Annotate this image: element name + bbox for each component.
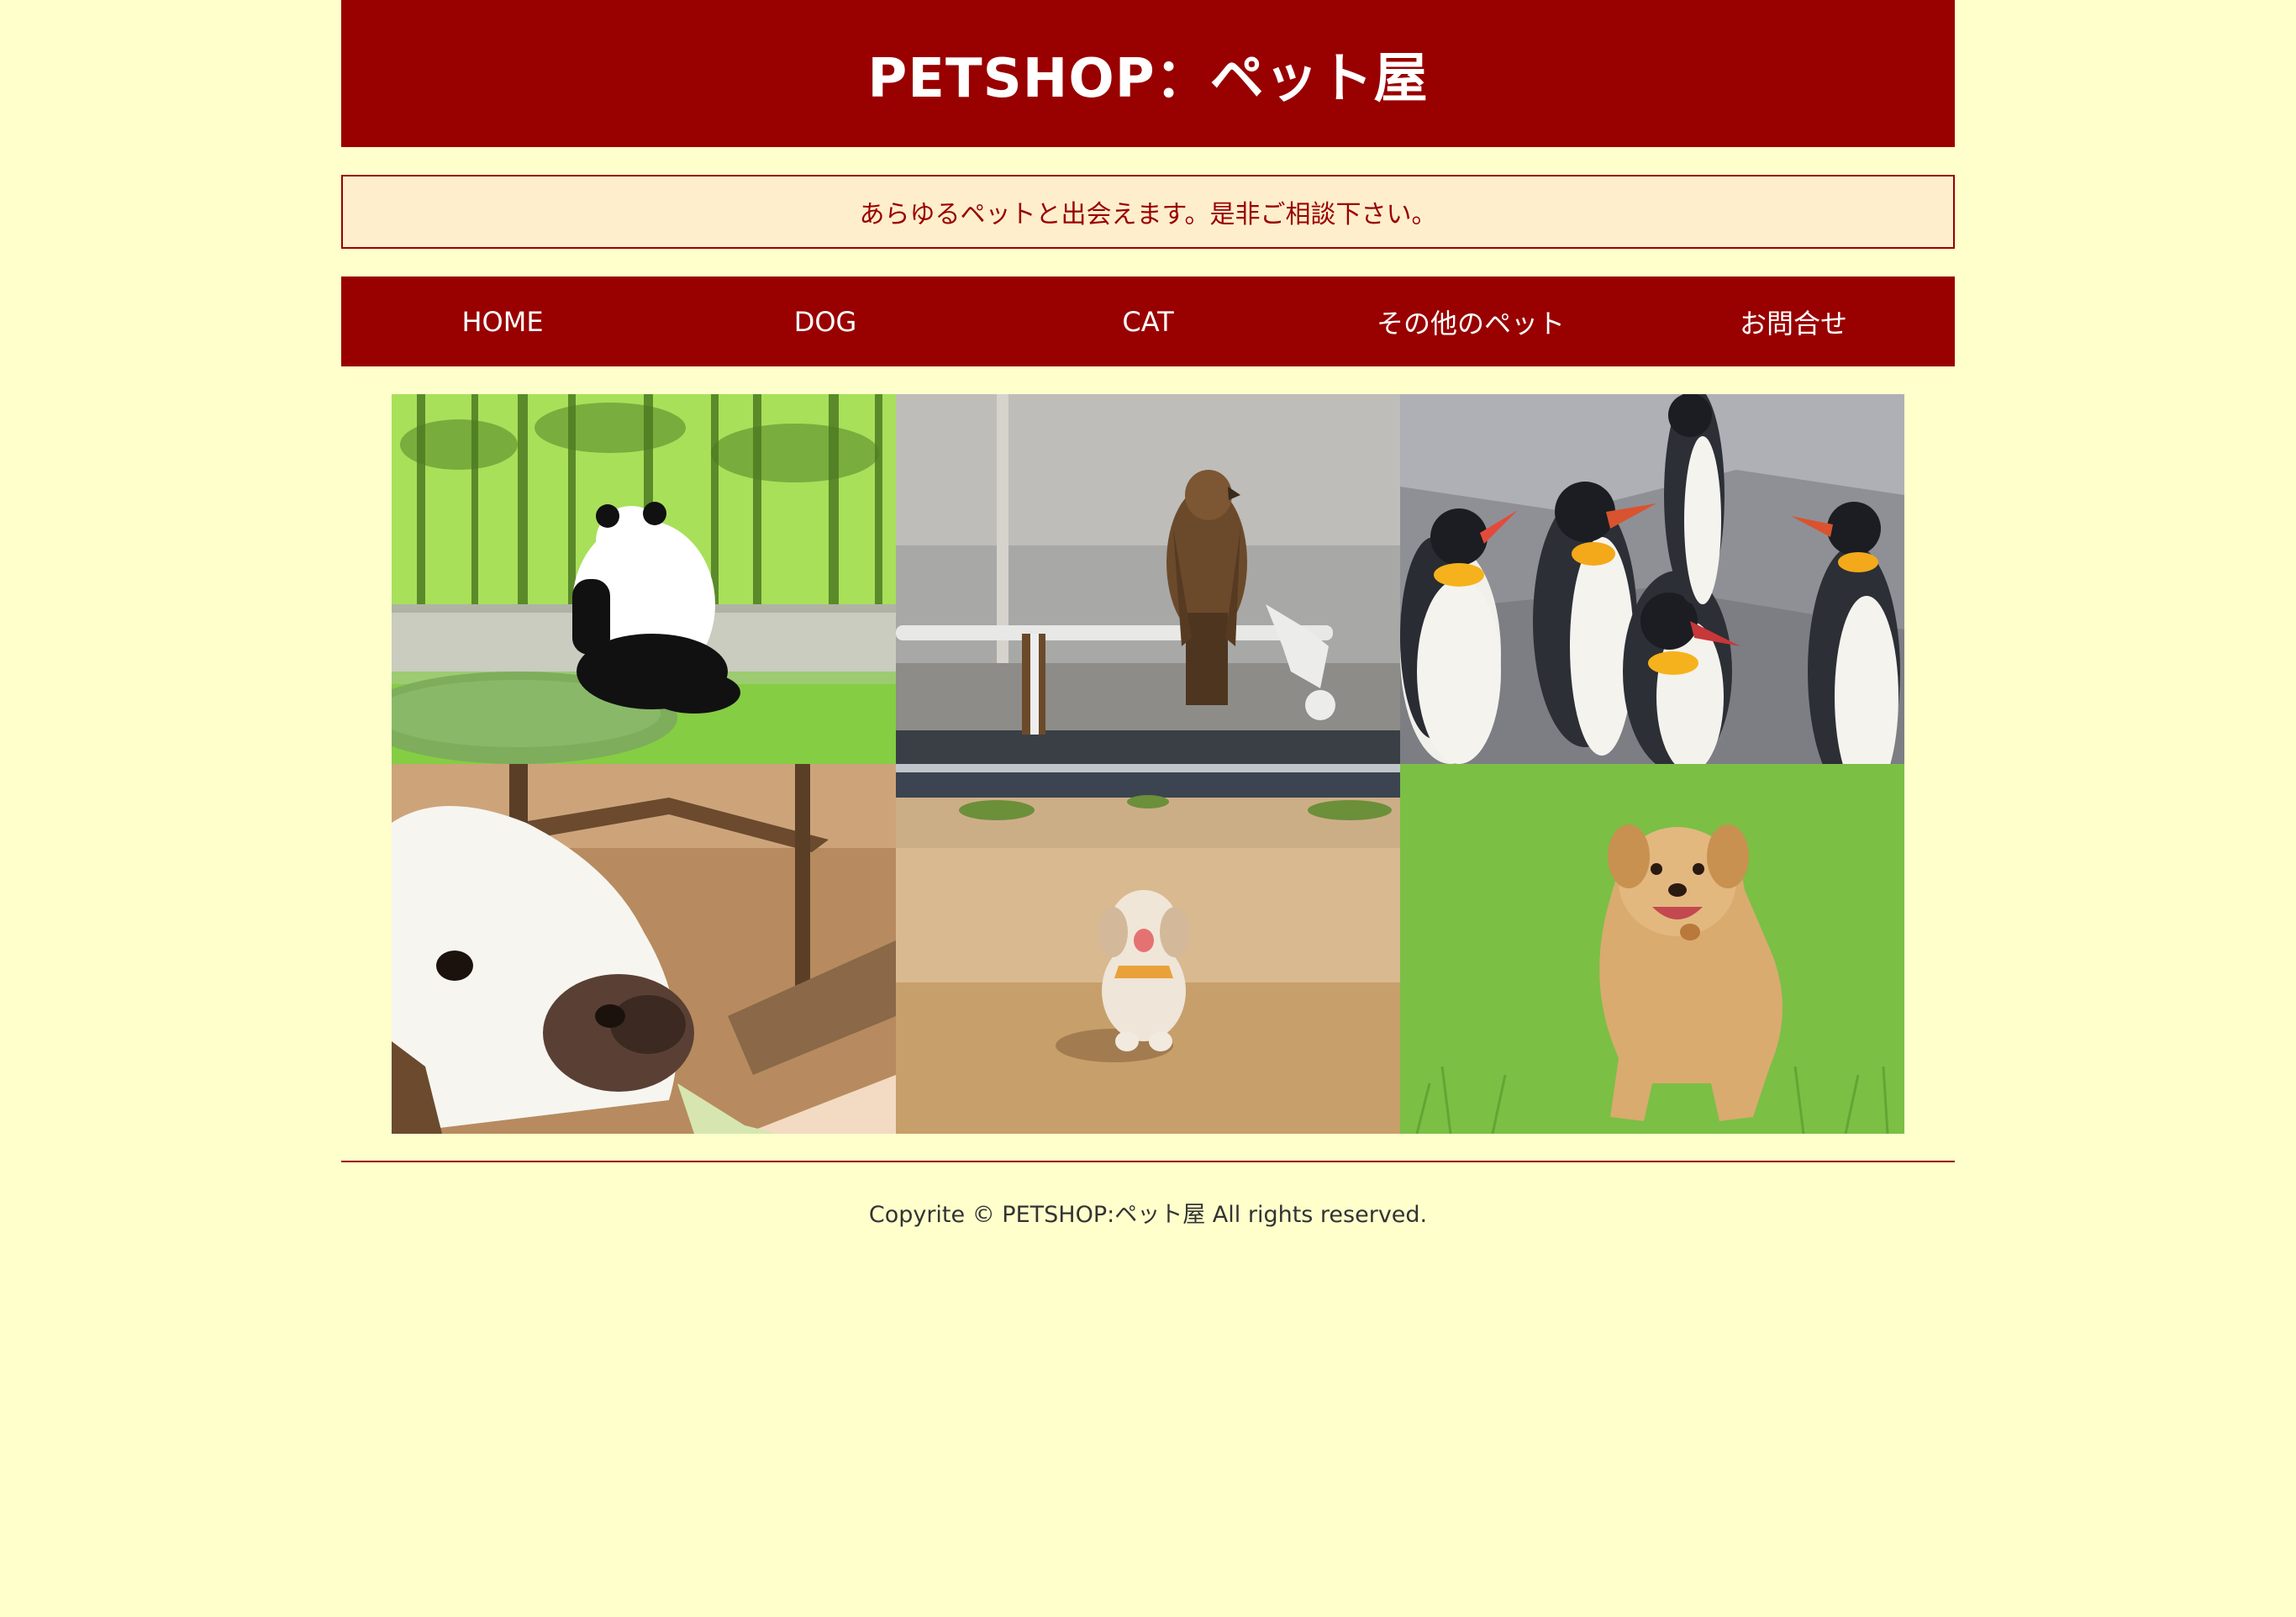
nav-item-contact[interactable]: お問合せ [1632,277,1955,366]
tagline-text: あらゆるペットと出会えます。是非ご相談下さい。 [859,200,1437,229]
golden-retriever-photo [1400,764,1904,1134]
nav-item-dog[interactable]: DOG [664,277,987,366]
alpaca-photo [392,764,896,1134]
penguins-image [1400,394,1904,764]
page-wrapper: PETSHOP：ペット屋 あらゆるペットと出会えます。是非ご相談下さい。 HOM… [341,0,1955,1229]
photo-gallery [392,394,1904,1134]
nav-item-home[interactable]: HOME [341,277,664,366]
nav-item-other-pets[interactable]: その他のペット [1309,277,1632,366]
golden-retriever-image [1400,764,1904,1134]
panda-photo [392,394,896,764]
hawk-image [896,394,1400,764]
poodle-photo [896,764,1400,1134]
hawk-photo [896,394,1400,764]
global-nav: HOME DOG CAT その他のペット お問合せ [341,277,1955,366]
site-header: PETSHOP：ペット屋 [341,0,1955,147]
alpaca-image [392,764,896,1134]
copyright-text: Copyrite © PETSHOP:ペット屋 All rights reser… [868,1202,1428,1228]
tagline-box: あらゆるペットと出会えます。是非ご相談下さい。 [341,175,1955,249]
nav-item-cat[interactable]: CAT [987,277,1309,366]
site-title[interactable]: PETSHOP：ペット屋 [867,35,1428,113]
poodle-image [896,764,1400,1134]
penguins-photo [1400,394,1904,764]
panda-image [392,394,896,764]
site-footer: Copyrite © PETSHOP:ペット屋 All rights reser… [341,1161,1955,1229]
